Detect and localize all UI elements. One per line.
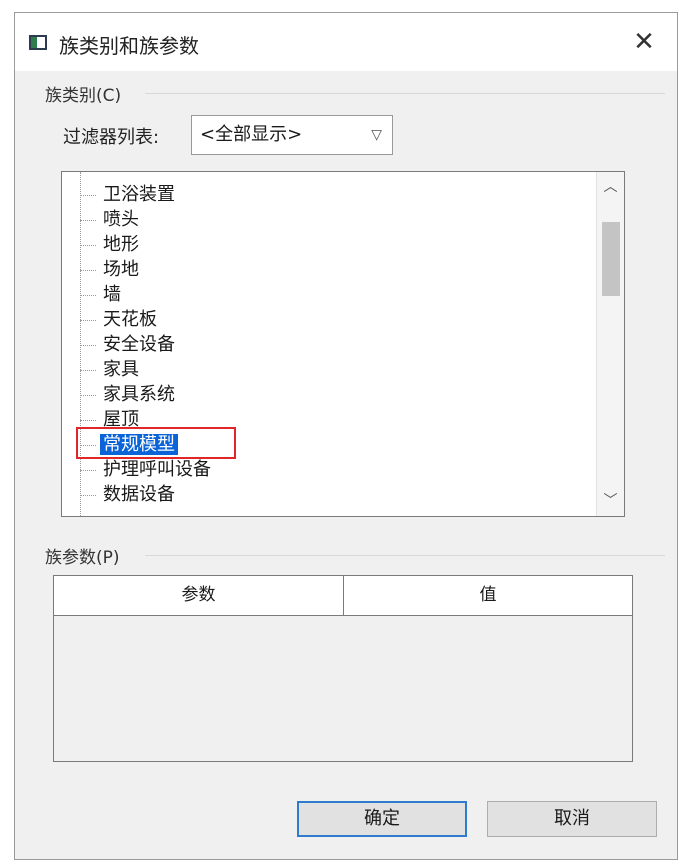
tree-item-label: 安全设备 — [103, 334, 175, 355]
category-tree[interactable]: 卫浴装置喷头地形场地墙天花板安全设备家具家具系统屋顶常规模型护理呼叫设备 数据设备… — [61, 171, 625, 517]
scroll-thumb[interactable] — [602, 222, 620, 296]
tree-item-label: 场地 — [103, 259, 139, 280]
tree-item[interactable]: 家具 — [80, 357, 142, 382]
tree-connector — [80, 294, 96, 296]
tree-item[interactable]: 卫浴装置 — [80, 182, 178, 207]
tree-item-label: 屋顶 — [103, 409, 139, 430]
tree-item-label: 常规模型 — [100, 434, 178, 455]
tree-item-label: 墙 — [103, 284, 121, 305]
tree-item-label: 家具 — [103, 359, 139, 380]
app-icon — [29, 35, 47, 50]
tree-connector — [80, 319, 96, 321]
tree-item[interactable]: 天花板 — [80, 307, 160, 332]
filter-select[interactable]: <全部显示> ▽ — [191, 115, 393, 155]
dialog-title: 族类别和族参数 — [59, 34, 199, 58]
tree-item[interactable]: 安全设备 — [80, 332, 178, 357]
tree-connector — [80, 469, 96, 471]
tree-item-label: 地形 — [103, 234, 139, 255]
params-table-header: 参数 值 — [54, 576, 632, 616]
tree-item-label: 天花板 — [103, 309, 157, 330]
scroll-down-icon[interactable]: ﹀ — [597, 488, 624, 514]
tree-connector — [80, 344, 96, 346]
tree-item[interactable]: 喷头 — [80, 207, 142, 232]
tree-connector — [80, 494, 96, 496]
tree-item-label: 家具系统 — [103, 384, 175, 405]
tree-item[interactable]: 地形 — [80, 232, 142, 257]
tree-item[interactable]: 护理呼叫设备 — [80, 457, 214, 482]
tree-item[interactable]: 场地 — [80, 257, 142, 282]
tree-connector — [80, 394, 96, 396]
category-group-divider — [145, 93, 665, 94]
tree-item-label: 卫浴装置 — [103, 184, 175, 205]
tree-item[interactable]: 墙 — [80, 282, 124, 307]
title-bar: 族类别和族参数 ✕ — [15, 13, 677, 71]
tree-connector — [80, 369, 96, 371]
tree-item[interactable]: 数据设备 — [80, 482, 178, 507]
tree-connector — [80, 444, 96, 446]
tree-item-selected[interactable]: 常规模型 — [80, 432, 178, 457]
tree-connector — [80, 219, 96, 221]
family-category-dialog: 族类别和族参数 ✕ 族类别(C) 过滤器列表: <全部显示> ▽ 卫浴装置喷头地… — [14, 12, 678, 860]
tree-item[interactable]: 屋顶 — [80, 407, 142, 432]
column-header-value[interactable]: 值 — [344, 576, 632, 615]
tree-connector — [80, 194, 96, 196]
tree-item[interactable]: 家具系统 — [80, 382, 178, 407]
params-group-label: 族参数(P) — [45, 548, 120, 568]
params-table[interactable]: 参数 值 — [53, 575, 633, 762]
category-group-label: 族类别(C) — [45, 86, 122, 106]
chevron-down-icon: ▽ — [371, 127, 382, 143]
tree-scrollbar[interactable]: ︿ ﹀ — [596, 172, 624, 516]
ok-button[interactable]: 确定 — [297, 801, 467, 837]
tree-item-label: 喷头 — [103, 209, 139, 230]
filter-value: <全部显示> — [200, 124, 303, 145]
tree-connector — [80, 419, 96, 421]
column-header-parameter[interactable]: 参数 — [54, 576, 343, 615]
tree-item-label: 护理呼叫设备 — [103, 459, 211, 480]
tree-item-label: 数据设备 — [103, 484, 175, 505]
cancel-button[interactable]: 取消 — [487, 801, 657, 837]
tree-connector — [80, 269, 96, 271]
filter-label: 过滤器列表: — [63, 127, 160, 148]
scroll-up-icon[interactable]: ︿ — [597, 174, 624, 200]
params-group-divider — [145, 555, 665, 556]
close-icon[interactable]: ✕ — [627, 26, 661, 58]
tree-connector — [80, 244, 96, 246]
